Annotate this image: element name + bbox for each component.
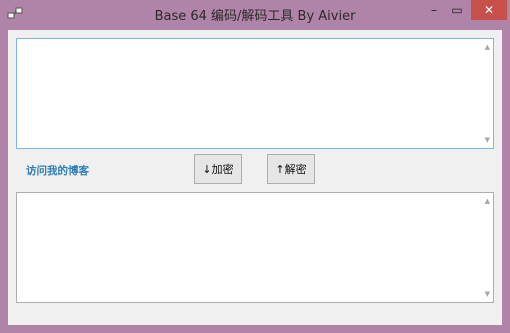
decrypt-button[interactable]: ↑解密 xyxy=(267,154,315,184)
app-window: Base 64 编码/解码工具 By Aivier – ▭ ✕ ▲ ▼ 访问我的… xyxy=(0,0,510,333)
output-textarea[interactable]: ▲ ▼ xyxy=(16,192,494,303)
client-area: ▲ ▼ 访问我的博客 ↓加密 ↑解密 ▲ ▼ xyxy=(8,30,502,325)
scroll-up-icon[interactable]: ▲ xyxy=(485,197,490,205)
maximize-button[interactable]: ▭ xyxy=(446,0,468,20)
scroll-down-icon[interactable]: ▼ xyxy=(485,290,490,298)
close-button[interactable]: ✕ xyxy=(471,0,507,20)
scroll-up-icon[interactable]: ▲ xyxy=(485,43,490,51)
minimize-button[interactable]: – xyxy=(424,0,444,20)
encrypt-button[interactable]: ↓加密 xyxy=(194,154,242,184)
input-textarea[interactable]: ▲ ▼ xyxy=(16,38,494,149)
scroll-down-icon[interactable]: ▼ xyxy=(485,136,490,144)
visit-blog-link[interactable]: 访问我的博客 xyxy=(26,163,89,178)
title-bar[interactable]: Base 64 编码/解码工具 By Aivier – ▭ ✕ xyxy=(0,0,510,30)
